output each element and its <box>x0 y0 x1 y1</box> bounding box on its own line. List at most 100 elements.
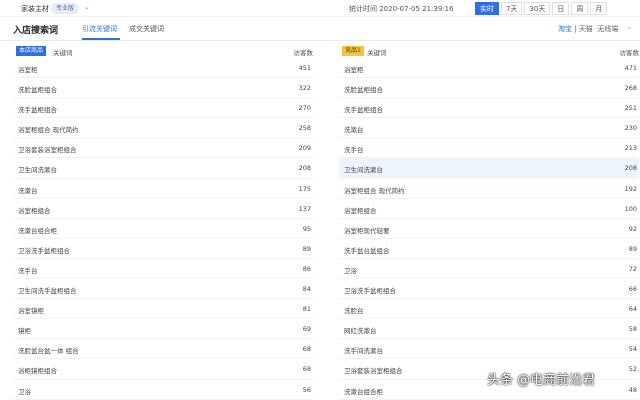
table-row[interactable]: 卫浴 72 <box>339 259 639 280</box>
top-bar: 家装主材 专业版 ⌄ 统计时间 2020-07-05 21:39:16 实时 7天… <box>0 0 640 17</box>
period-button[interactable]: 7天 <box>501 2 523 15</box>
visitor-count-cell: 54 <box>628 345 637 354</box>
keyword-cell: 卫生间洗手盆柜组合 <box>18 287 77 296</box>
table-row[interactable]: 浴室柜组合 137 <box>13 199 313 219</box>
visitor-count-cell: 213 <box>624 144 637 153</box>
keyword-cell: 洗手盆柜组合 <box>18 106 57 115</box>
period-button[interactable]: 实时 <box>475 2 499 15</box>
visitor-count-cell: 89 <box>628 244 637 253</box>
visitor-count-cell: 72 <box>628 264 637 273</box>
table-row[interactable]: 洗脸盆台盆一体 组合 68 <box>13 339 313 360</box>
table-row[interactable]: 浴柜镜柜组合 68 <box>13 359 313 380</box>
channel-separator: | <box>572 25 579 33</box>
channel-selector: 淘宝 | 天猫 无线端 <box>558 24 618 34</box>
table-row[interactable]: 镜柜 69 <box>13 319 313 340</box>
keyword-cell: 浴室柜 <box>344 66 364 74</box>
keyword-column-header: 关键词 <box>367 49 387 57</box>
table-row[interactable]: 浴室柜组合 现代简约 192 <box>339 179 639 199</box>
visitor-count-cell: 86 <box>302 264 311 273</box>
stat-time: 统计时间 2020-07-05 21:39:16 <box>349 5 454 13</box>
keyword-list: 浴室柜 471 洗脸盆柜组合 268 洗手盆柜组合 251 洗漱台 230 洗手台 213 卫生间洗… <box>339 58 639 400</box>
table-row[interactable]: 浴室柜 451 <box>13 58 313 79</box>
channel-taobao[interactable]: 淘宝 <box>558 25 572 33</box>
device-selector[interactable]: 无线端 <box>597 25 618 33</box>
visitor-count-cell: 56 <box>302 385 311 394</box>
keyword-cell: 浴室柜组合 现代简约 <box>344 186 405 195</box>
keyword-cell: 洗手台 <box>18 266 38 275</box>
table-row[interactable]: 浴室柜 471 <box>339 58 639 79</box>
keyword-cell: 浴室柜组合 <box>344 206 377 215</box>
keyword-cell: 卫生间洗漱台 <box>18 166 57 175</box>
table-row[interactable]: 洗脸台 64 <box>339 299 639 320</box>
table-row[interactable]: 卫浴洗手盆柜组合 89 <box>13 239 313 259</box>
period-button[interactable]: 月 <box>590 2 608 15</box>
keyword-cell: 浴室柜 <box>18 66 38 74</box>
period-button[interactable]: 30天 <box>524 2 551 15</box>
table-row[interactable]: 卫浴 56 <box>13 380 313 400</box>
table-row[interactable]: 浴室柜组合 现代简约 258 <box>13 118 313 139</box>
keyword-cell: 洗手间洗漱台 <box>344 347 383 356</box>
table-row[interactable]: 洗手台 213 <box>339 138 639 159</box>
page-title: 入店搜索词 <box>13 26 59 36</box>
keyword-cell: 洗脸盆柜组合 <box>344 86 383 95</box>
shop-name[interactable]: 家装主材 <box>21 4 49 14</box>
table-row[interactable]: 卫生间洗漱台 208 <box>339 158 639 179</box>
table-row[interactable]: 洗手间洗漱台 54 <box>339 339 639 360</box>
keyword-cell: 浴室柜现代轻奢 <box>344 226 390 235</box>
visitor-count-cell: 471 <box>624 64 637 72</box>
tab-traffic-keywords[interactable]: 引流关键词 <box>82 24 117 34</box>
visitor-count-cell: 92 <box>628 224 637 233</box>
table-row[interactable]: 浴室镜柜 81 <box>13 299 313 320</box>
keyword-cell: 洗手盆台盆组合 <box>344 246 390 255</box>
table-row[interactable]: 洗手盆台盆组合 89 <box>339 239 639 259</box>
keyword-cell: 洗脸台 <box>344 307 364 316</box>
chevron-down-icon[interactable]: ⌄ <box>84 3 90 11</box>
visitor-count-cell: 68 <box>302 365 311 374</box>
table-row[interactable]: 洗脸盆柜组合 322 <box>13 78 313 99</box>
table-row[interactable]: 洗手盆柜组合 270 <box>13 98 313 119</box>
chevron-down-icon[interactable]: ⌄ <box>627 24 632 31</box>
visitor-count-cell: 251 <box>624 104 637 113</box>
table-row[interactable]: 卫浴洗手盆柜组合 66 <box>339 279 639 300</box>
visitor-count-cell: 64 <box>628 305 637 314</box>
panel-header: 本店商品 关键词 访客数 <box>13 44 313 58</box>
table-row[interactable]: 洗漱台 175 <box>13 179 313 199</box>
visitor-count-cell: 268 <box>624 84 637 93</box>
keyword-cell: 卫浴洗手盆柜组合 <box>18 246 70 255</box>
table-row[interactable]: 洗漱台 230 <box>339 118 639 139</box>
visitor-count-cell: 48 <box>628 385 637 394</box>
table-row[interactable]: 洗脸盆柜组合 268 <box>339 78 639 99</box>
tab-deal-keywords[interactable]: 成交关键词 <box>129 24 164 34</box>
visitor-count-cell: 84 <box>302 285 311 294</box>
keyword-cell: 洗漱台组合柜 <box>344 387 383 396</box>
keyword-cell: 卫浴 <box>344 266 357 275</box>
competitor-panel: 竞品1 关键词 访客数 浴室柜 471 洗脸盆柜组合 268 洗手盆柜组合 251 洗漱台 2… <box>339 44 639 400</box>
table-row[interactable]: 卫生间洗手盆柜组合 84 <box>13 279 313 300</box>
table-row[interactable]: 洗手台 86 <box>13 259 313 280</box>
keyword-cell: 网红洗漱台 <box>344 327 377 336</box>
channel-tmall[interactable]: 天猫 <box>579 25 593 33</box>
keyword-cell: 浴室柜组合 现代简约 <box>18 126 79 135</box>
table-row[interactable]: 浴室柜组合 100 <box>339 199 639 219</box>
keyword-cell: 浴室柜组合 <box>18 206 51 215</box>
keyword-cell: 卫浴套装浴室柜组合 <box>344 367 403 376</box>
keyword-cell: 洗脸盆台盆一体 组合 <box>18 347 79 356</box>
visitor-column-header: 访客数 <box>293 49 314 57</box>
period-button[interactable]: 周 <box>571 2 589 15</box>
keyword-list: 浴室柜 451 洗脸盆柜组合 322 洗手盆柜组合 270 浴室柜组合 现代简约 258 卫浴套… <box>13 58 313 400</box>
table-row[interactable]: 卫浴套装浴室柜组合 209 <box>13 138 313 159</box>
active-tab-indicator <box>82 38 120 40</box>
table-row[interactable]: 网红洗漱台 58 <box>339 319 639 340</box>
keyword-cell: 卫浴 <box>18 387 31 396</box>
table-row[interactable]: 卫生间洗漱台 208 <box>13 158 313 179</box>
table-row[interactable]: 浴室柜现代轻奢 92 <box>339 219 639 239</box>
table-row[interactable]: 洗漱台组合柜 95 <box>13 219 313 239</box>
table-row[interactable]: 洗手盆柜组合 251 <box>339 98 639 119</box>
keyword-cell: 洗脸盆柜组合 <box>18 86 57 95</box>
keyword-cell: 洗手台 <box>344 146 364 155</box>
visitor-count-cell: 137 <box>298 204 311 213</box>
keyword-cell: 浴室镜柜 <box>18 307 44 316</box>
period-button[interactable]: 日 <box>552 2 570 15</box>
keyword-column-header: 关键词 <box>53 49 73 57</box>
visitor-count-cell: 52 <box>628 365 637 374</box>
